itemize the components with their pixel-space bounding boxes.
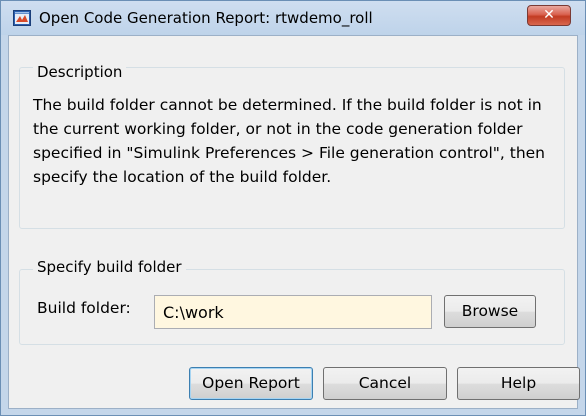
title-bar[interactable]: Open Code Generation Report: rtwdemo_rol…: [1, 1, 585, 35]
build-folder-input[interactable]: [154, 295, 432, 329]
description-text: The build folder cannot be determined. I…: [33, 96, 545, 186]
cancel-button[interactable]: Cancel: [323, 367, 447, 400]
build-folder-group-label: Specify build folder: [33, 258, 186, 276]
close-button[interactable]: ✕: [527, 5, 571, 26]
close-icon: ✕: [543, 7, 555, 23]
help-button[interactable]: Help: [457, 367, 580, 400]
open-report-button[interactable]: Open Report: [189, 367, 313, 400]
build-folder-label: Build folder:: [37, 299, 131, 317]
simulink-model-icon: [13, 10, 31, 26]
dialog-window: Open Code Generation Report: rtwdemo_rol…: [0, 0, 586, 416]
browse-button[interactable]: Browse: [444, 295, 536, 328]
description-group-label: Description: [33, 63, 127, 81]
window-title: Open Code Generation Report: rtwdemo_rol…: [39, 9, 373, 27]
